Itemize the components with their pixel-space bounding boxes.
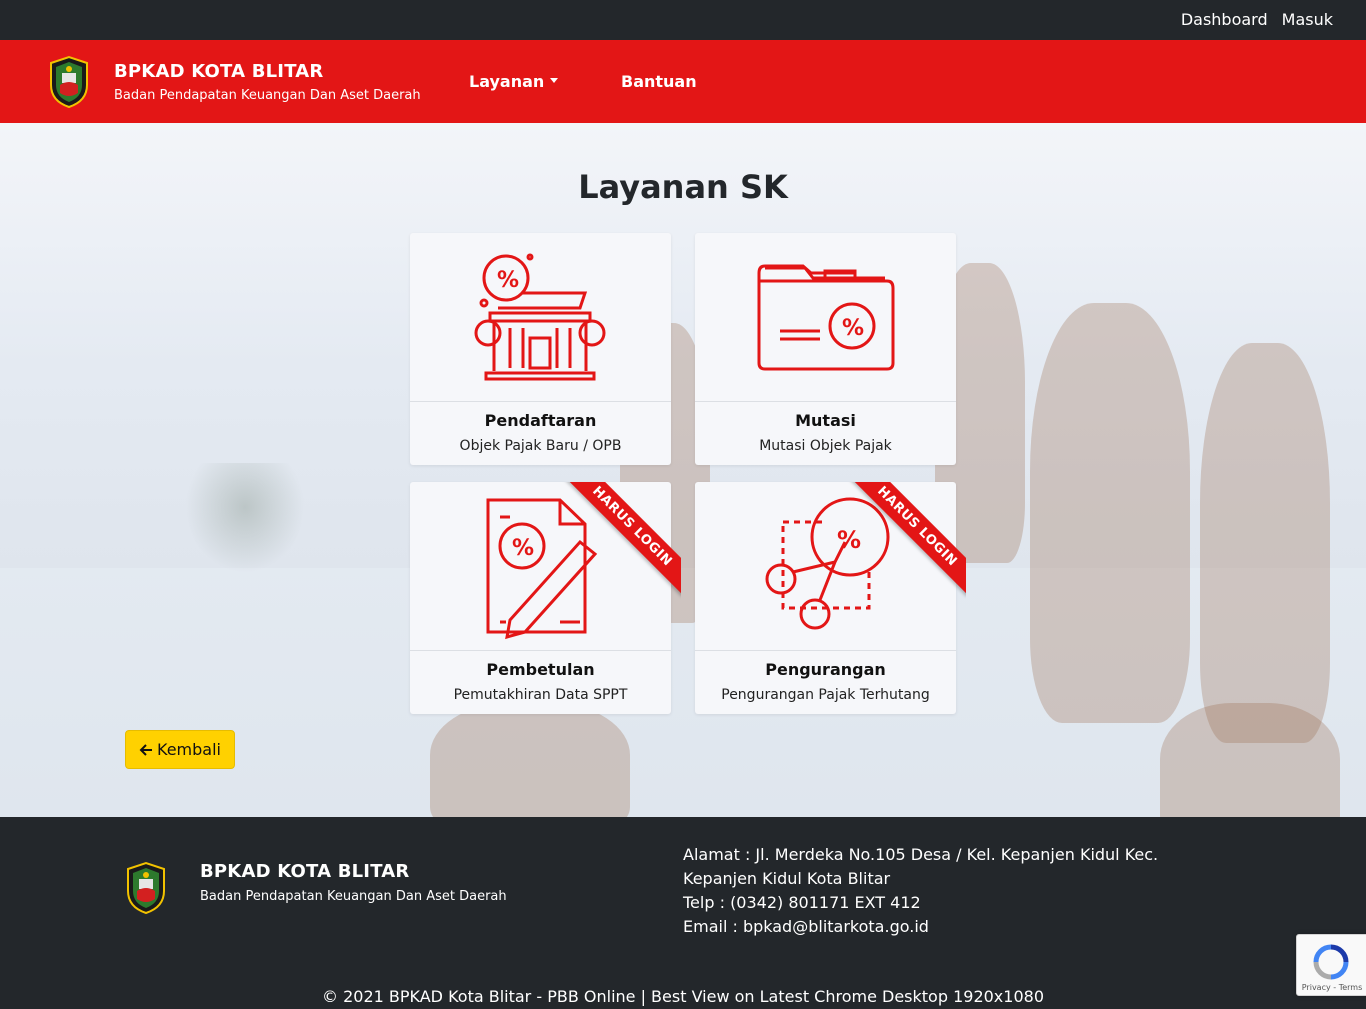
recaptcha-icon (1313, 944, 1349, 980)
card-divider (695, 650, 956, 651)
footer-contact: Alamat : Jl. Merdeka No.105 Desa / Kel. … (683, 843, 1203, 939)
tree-image (185, 463, 305, 573)
svg-text:%: % (512, 536, 534, 561)
arrow-left-icon (139, 743, 152, 756)
tax-folder-icon: % (757, 264, 895, 371)
card-subtitle: Mutasi Objek Pajak (759, 438, 892, 454)
footer-brand-subtitle: Badan Pendapatan Keuangan Dan Aset Daera… (200, 889, 507, 904)
footer-brand-title: BPKAD KOTA BLITAR (200, 861, 410, 882)
recaptcha-badge[interactable]: Privacy - Terms (1296, 934, 1366, 996)
statue-figure (1160, 703, 1340, 817)
nav-layanan-label: Layanan (469, 72, 545, 91)
card-title: Pengurangan (765, 660, 886, 679)
service-card-pengurangan[interactable]: % HARUS LOGIN Pengurangan Pengurangan Pa… (695, 482, 966, 714)
page-title: Layanan SK (578, 168, 788, 206)
service-card-pendaftaran[interactable]: % Pendaftaran Objek Pajak Baru / OPB (410, 233, 671, 465)
svg-text:%: % (497, 268, 519, 293)
footer-phone: Telp : (0342) 801171 EXT 412 (683, 893, 921, 912)
caret-down-icon (550, 78, 559, 83)
footer: BPKAD KOTA BLITAR Badan Pendapatan Keuan… (0, 817, 1366, 1009)
footer-email: Email : bpkad@blitarkota.go.id (683, 917, 929, 936)
footer-address: Alamat : Jl. Merdeka No.105 Desa / Kel. … (683, 845, 1159, 888)
card-divider (410, 401, 671, 402)
card-subtitle: Objek Pajak Baru / OPB (459, 438, 622, 454)
hero-background (0, 123, 1366, 817)
footer-copyright: © 2021 BPKAD Kota Blitar - PBB Online | … (322, 987, 1044, 1006)
svg-text:%: % (842, 316, 864, 341)
tax-building-icon: % (474, 253, 606, 381)
card-subtitle: Pemutakhiran Data SPPT (453, 687, 628, 703)
nav-bantuan[interactable]: Bantuan (621, 72, 697, 91)
top-bar: Dashboard Masuk (0, 0, 1366, 40)
city-crest-icon[interactable] (47, 55, 91, 109)
recaptcha-links[interactable]: Privacy - Terms (1297, 983, 1366, 992)
brand-title[interactable]: BPKAD KOTA BLITAR (114, 61, 323, 82)
card-title: Pendaftaran (484, 411, 597, 430)
tax-document-edit-icon: % (486, 498, 598, 640)
back-button[interactable]: Kembali (125, 730, 235, 769)
card-title: Pembetulan (486, 660, 595, 679)
top-links: Dashboard Masuk (1181, 10, 1333, 29)
statue-figure (1200, 343, 1330, 743)
login-link[interactable]: Masuk (1282, 10, 1333, 29)
tax-cut-icon: % (765, 497, 890, 630)
main-navbar: BPKAD KOTA BLITAR Badan Pendapatan Keuan… (0, 40, 1366, 123)
card-subtitle: Pengurangan Pajak Terhutang (721, 687, 930, 703)
service-card-pembetulan[interactable]: % HARUS LOGIN Pembetulan Pemutakhiran Da… (410, 482, 681, 714)
statue-figure (430, 703, 630, 817)
dashboard-link[interactable]: Dashboard (1181, 10, 1268, 29)
nav-layanan-dropdown[interactable]: Layanan (469, 72, 559, 91)
card-divider (695, 401, 956, 402)
city-crest-icon (127, 861, 165, 915)
card-title: Mutasi (795, 411, 856, 430)
service-card-mutasi[interactable]: % Mutasi Mutasi Objek Pajak (695, 233, 956, 465)
card-divider (410, 650, 671, 651)
statue-figure (1030, 303, 1190, 723)
brand-subtitle: Badan Pendapatan Keuangan Dan Aset Daera… (114, 88, 421, 103)
back-button-label: Kembali (157, 740, 221, 759)
